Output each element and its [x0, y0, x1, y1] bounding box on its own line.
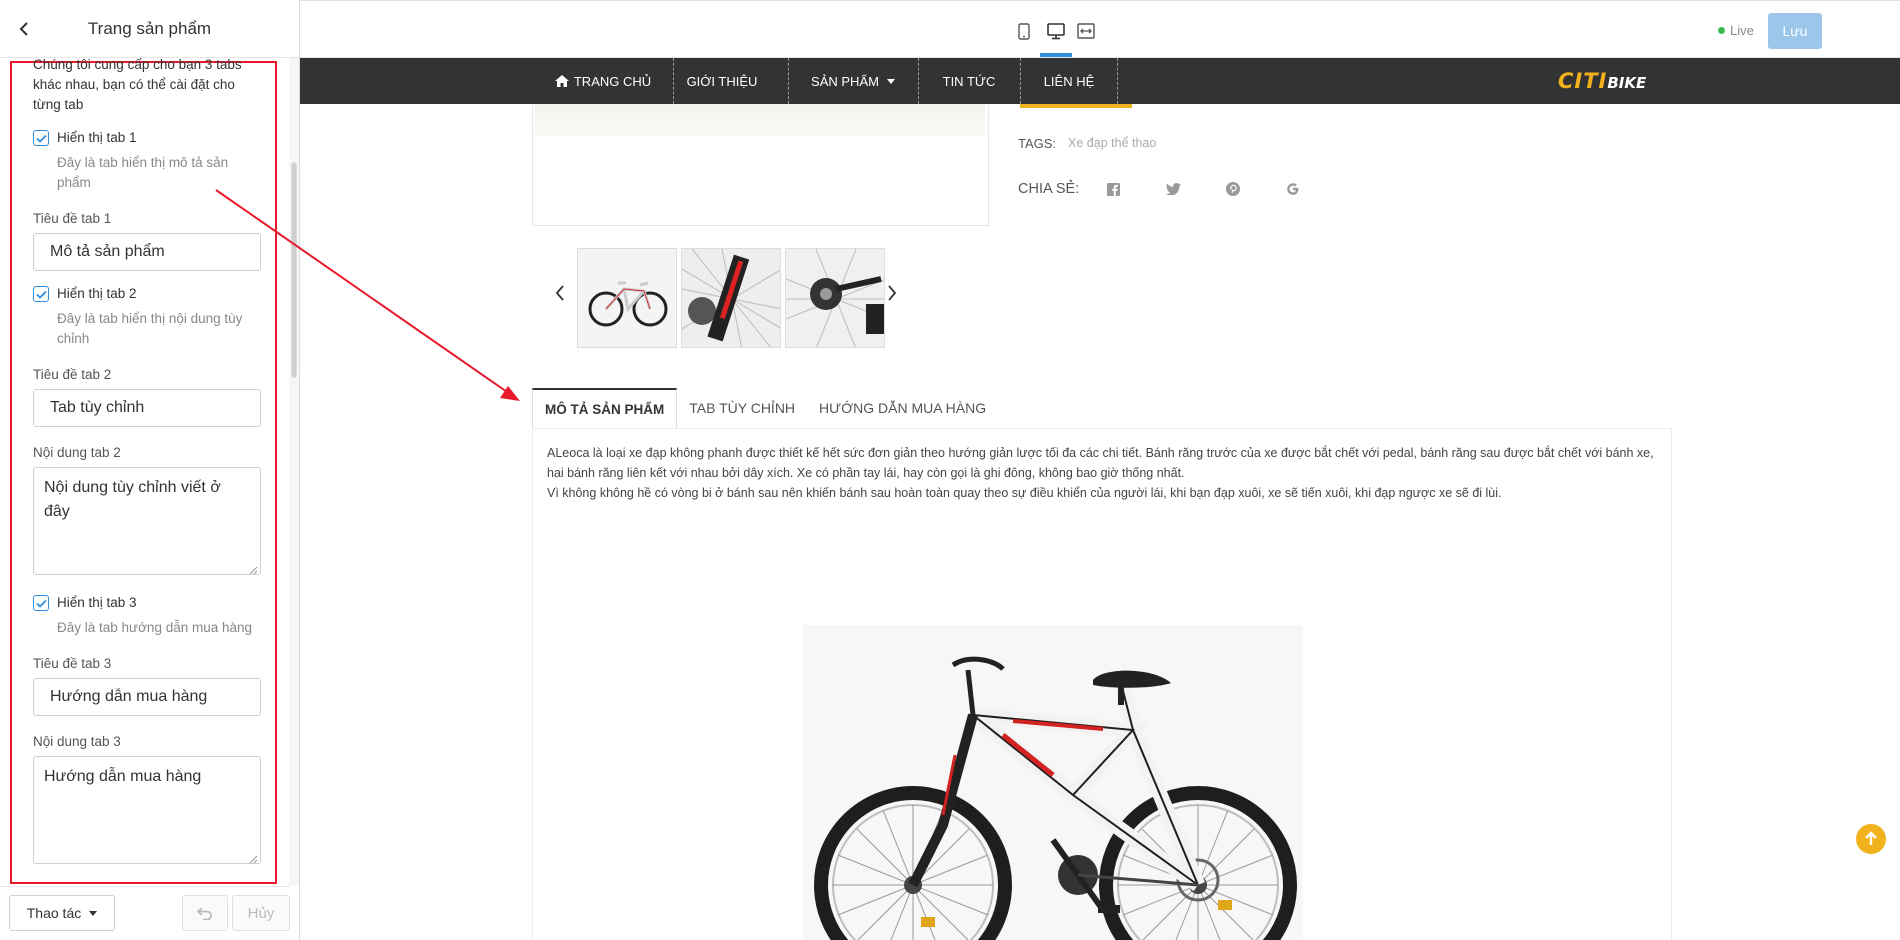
nav-active-indicator — [1020, 104, 1132, 108]
facebook-icon[interactable] — [1103, 179, 1123, 199]
resize-grip-icon[interactable] — [249, 566, 258, 575]
back-arrow-icon[interactable] — [12, 17, 36, 41]
product-thumbnail[interactable] — [785, 248, 885, 348]
nav-products-label: SẢN PHẨM — [811, 73, 879, 89]
scroll-to-top-button[interactable] — [1856, 824, 1886, 854]
tab2-title-label: Tiêu đề tab 2 — [33, 367, 112, 382]
nav-news-label: TIN TỨC — [942, 73, 996, 89]
logo-bike: BIKE — [1607, 74, 1647, 92]
product-photo — [803, 625, 1303, 940]
arrow-up-icon — [1865, 831, 1877, 845]
live-label: Live — [1730, 23, 1754, 38]
panel-footer: Thao tác Hủy — [0, 886, 290, 940]
product-tabs: MÔ TẢ SẢN PHẨM TAB TÙY CHỈNH HƯỚNG DẪN M… — [532, 388, 998, 428]
nav-item-news[interactable]: TIN TỨC — [918, 58, 1020, 104]
tab2-content-textarea[interactable]: Nội dung tùy chỉnh viết ở đây — [33, 467, 261, 575]
scrollbar-thumb[interactable] — [291, 162, 297, 378]
nav-item-about[interactable]: GIỚI THIỆU — [673, 58, 771, 104]
nav-item-home[interactable]: TRANG CHỦ — [546, 58, 660, 104]
save-button[interactable]: Lưu — [1768, 13, 1822, 49]
show-tab1-checkbox[interactable] — [33, 130, 49, 146]
actions-label: Thao tác — [26, 905, 82, 921]
nav-item-contact[interactable]: LIÊN HỆ — [1020, 58, 1118, 104]
show-tab3-checkbox[interactable] — [33, 595, 49, 611]
home-icon — [554, 75, 569, 87]
nav-contact-label: LIÊN HỆ — [1043, 73, 1095, 89]
tab2-content-label: Nội dung tab 2 — [33, 445, 121, 460]
mobile-icon[interactable] — [1012, 19, 1036, 43]
show-tab3-description: Đây là tab hướng dẫn mua hàng — [57, 620, 253, 635]
tab3-title-input[interactable] — [33, 678, 261, 716]
description-paragraph-1: ALeoca là loại xe đạp không phanh được t… — [547, 446, 1654, 480]
logo-citi: CITI — [1558, 69, 1608, 93]
show-tab2-row[interactable]: Hiển thị tab 2 Đây là tab hiển thị nội d… — [33, 285, 263, 349]
site-logo[interactable]: CITI BIKE — [1558, 69, 1646, 93]
tags-label: TAGS: — [1018, 136, 1057, 151]
show-tab2-checkbox[interactable] — [33, 286, 49, 302]
settings-scrollbar[interactable] — [289, 58, 299, 886]
nav-divider — [1117, 58, 1118, 104]
main-product-image — [532, 104, 989, 226]
product-tags: TAGS: Xe đạp thể thao — [1018, 136, 1156, 151]
thumbnails-next-arrow[interactable] — [882, 278, 902, 308]
show-tab1-row[interactable]: Hiển thị tab 1 Đây là tab hiển thị mô tả… — [33, 129, 263, 193]
nav-item-products[interactable]: SẢN PHẨM — [788, 58, 918, 104]
show-tab3-row[interactable]: Hiển thị tab 3 Đây là tab hướng dẫn mua … — [33, 594, 263, 638]
show-tab2-description: Đây là tab hiển thị nội dung tùy chỉnh — [57, 311, 243, 346]
show-tab1-description: Đây là tab hiển thị mô tả sản phẩm — [57, 155, 229, 190]
tab-settings-form: Chúng tôi cung cấp cho bạn 3 tabs khác n… — [33, 58, 263, 869]
live-status: Live — [1718, 23, 1754, 38]
undo-button[interactable] — [182, 895, 228, 931]
twitter-icon[interactable] — [1163, 179, 1183, 199]
show-tab2-label: Hiển thị tab 2 — [57, 286, 137, 301]
share-row: CHIA SẺ: — [1018, 179, 1343, 199]
tab3-content-textarea[interactable]: Hướng dẫn mua hàng — [33, 756, 261, 864]
tag-link[interactable]: Xe đạp thể thao — [1068, 136, 1156, 151]
highlight-box: Chúng tôi cung cấp cho bạn 3 tabs khác n… — [10, 58, 277, 884]
tab3-title-label: Tiêu đề tab 3 — [33, 656, 112, 671]
desktop-icon[interactable] — [1044, 19, 1068, 43]
google-icon[interactable] — [1283, 179, 1303, 199]
resize-grip-icon[interactable] — [249, 855, 258, 864]
panel-header: Trang sản phẩm — [0, 0, 299, 58]
tab-content-panel: ALeoca là loại xe đạp không phanh được t… — [532, 428, 1672, 940]
product-thumbnail[interactable] — [681, 248, 781, 348]
nav-about-label: GIỚI THIỆU — [686, 73, 758, 89]
caret-down-icon — [886, 78, 895, 84]
editor-toolbar: Live Lưu — [300, 0, 1900, 58]
pinterest-icon[interactable] — [1223, 179, 1243, 199]
thumbnails-prev-arrow[interactable] — [550, 278, 570, 308]
tab3-content-label: Nội dung tab 3 — [33, 734, 121, 749]
site-navbar: TRANG CHỦ GIỚI THIỆU SẢN PHẨM TIN TỨC LI… — [300, 58, 1900, 104]
tab-custom[interactable]: TAB TÙY CHỈNH — [677, 388, 807, 428]
active-device-indicator — [1040, 53, 1072, 57]
tab1-title-input[interactable] — [33, 233, 261, 271]
actions-dropdown-button[interactable]: Thao tác — [9, 895, 115, 931]
show-tab1-label: Hiển thị tab 1 — [57, 130, 137, 145]
product-thumbnail[interactable] — [577, 248, 677, 348]
description-paragraph-2: Vì không không hề có vòng bi ở bánh sau … — [547, 486, 1502, 500]
live-dot-icon — [1718, 27, 1725, 34]
tab-purchase-guide[interactable]: HƯỚNG DẪN MUA HÀNG — [807, 388, 998, 428]
product-description: ALeoca là loại xe đạp không phanh được t… — [547, 443, 1657, 503]
nav-home-label: TRANG CHỦ — [573, 73, 652, 89]
undo-icon — [197, 907, 212, 920]
share-label: CHIA SẺ: — [1018, 181, 1080, 197]
site-preview: TRANG CHỦ GIỚI THIỆU SẢN PHẨM TIN TỨC LI… — [300, 58, 1900, 940]
tab1-title-label: Tiêu đề tab 1 — [33, 211, 112, 226]
panel-title: Trang sản phẩm — [87, 18, 212, 38]
show-tab3-label: Hiển thị tab 3 — [57, 595, 137, 610]
intro-text: Chúng tôi cung cấp cho bạn 3 tabs khác n… — [33, 58, 242, 112]
tab2-title-input[interactable] — [33, 389, 261, 427]
cancel-button[interactable]: Hủy — [232, 895, 290, 931]
fullwidth-icon[interactable] — [1074, 19, 1098, 43]
tab-description[interactable]: MÔ TẢ SẢN PHẨM — [532, 388, 678, 428]
caret-down-icon — [89, 910, 98, 916]
settings-scroll-area[interactable]: Chúng tôi cung cấp cho bạn 3 tabs khác n… — [0, 58, 290, 886]
settings-panel: Trang sản phẩm Chúng tôi cung cấp cho bạ… — [0, 0, 300, 940]
